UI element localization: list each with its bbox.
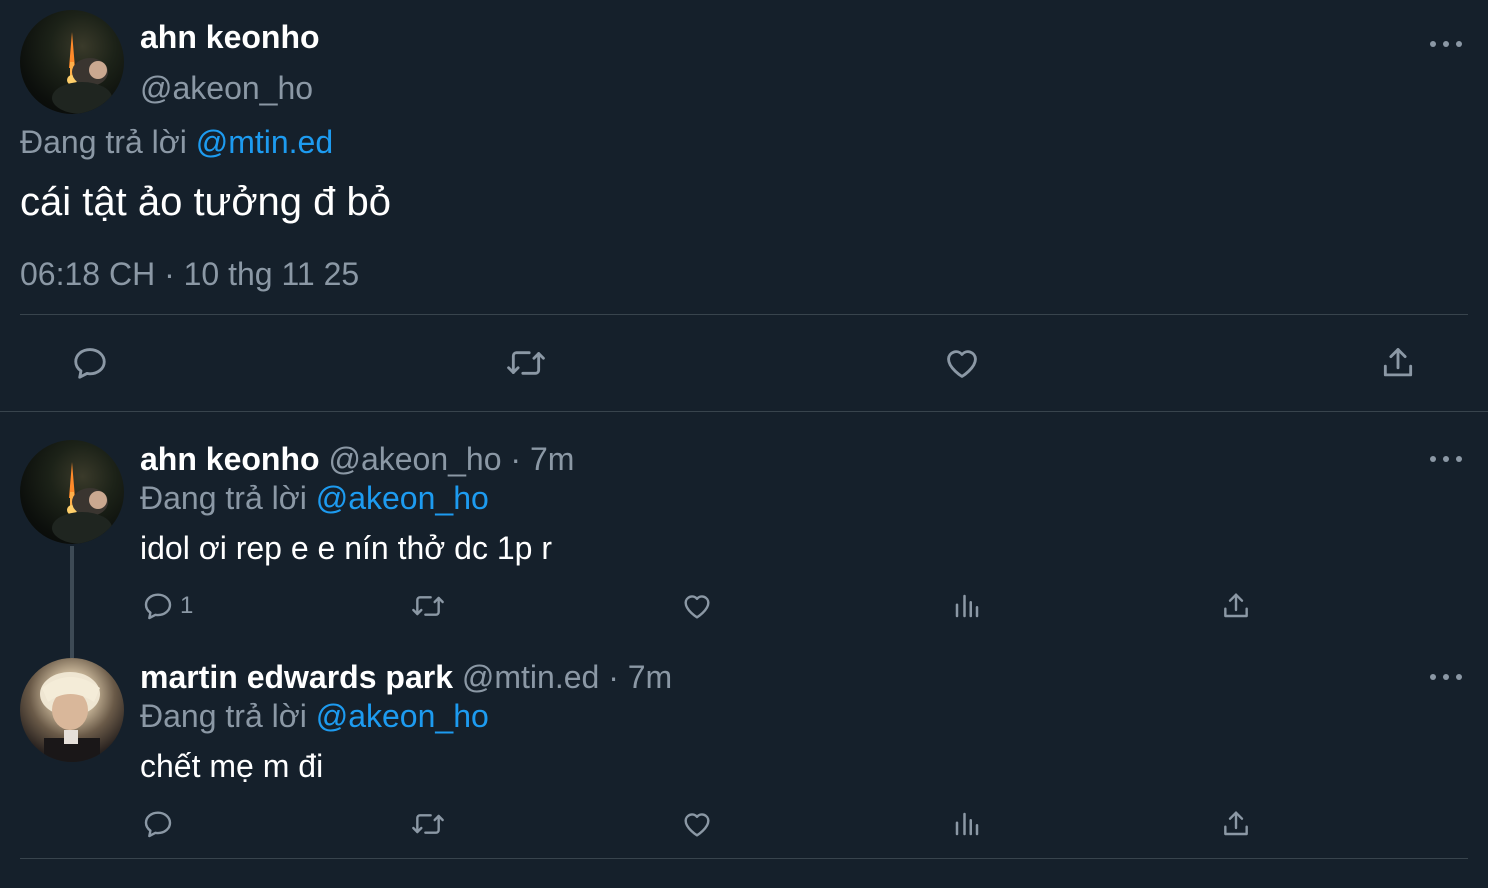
replying-to-link[interactable]: @mtin.ed [196, 124, 333, 160]
main-more-button[interactable] [1430, 38, 1462, 50]
main-tweet-text: cái tật ảo tưởng đ bỏ [20, 180, 392, 224]
bar-chart-icon [955, 594, 979, 618]
heart-icon [684, 595, 710, 619]
main-retweet-button[interactable] [505, 344, 547, 382]
main-timestamp[interactable]: 06:18 CH · 10 thg 11 25 [20, 256, 359, 293]
replying-to-link[interactable]: @akeon_ho [316, 480, 489, 516]
thread-connector-line [70, 546, 74, 658]
reply2-retweet-button[interactable] [410, 808, 446, 840]
main-share-button[interactable] [1378, 344, 1418, 382]
reply1-text: idol ơi rep e e nín thở dc 1p r [140, 530, 552, 566]
reply2-handle[interactable]: @mtin.ed [462, 659, 599, 695]
replying-prefix: Đang trả lời [140, 480, 307, 516]
share-upload-icon [1383, 348, 1413, 377]
replying-prefix: Đang trả lời [140, 698, 307, 734]
reply2-share-button[interactable] [1220, 808, 1252, 840]
main-author-name[interactable]: ahn keonho [140, 19, 320, 56]
reply2-reply-button[interactable] [142, 808, 180, 840]
retweet-arrows-icon [507, 351, 545, 375]
reply1-avatar[interactable] [20, 440, 124, 544]
reply1-handle[interactable]: @akeon_ho [328, 441, 501, 477]
heart-icon [684, 813, 710, 837]
bar-chart-icon [955, 812, 979, 836]
heart-icon [947, 350, 977, 378]
reply1-reply-button[interactable]: 1 [142, 590, 193, 622]
reply2-time[interactable]: · 7m [608, 659, 672, 695]
reply1-retweet-button[interactable] [410, 590, 446, 622]
reply1-reply-count: 1 [180, 592, 194, 619]
share-upload-icon [1224, 593, 1248, 618]
replying-to-link[interactable]: @akeon_ho [316, 698, 489, 734]
reply1-time[interactable]: · 7m [510, 441, 574, 477]
share-upload-icon [1224, 811, 1248, 836]
main-author-handle[interactable]: @akeon_ho [140, 70, 313, 107]
section-divider [0, 411, 1488, 412]
retweet-arrows-icon [412, 814, 444, 834]
main-divider [20, 314, 1468, 315]
replying-prefix: Đang trả lời [20, 124, 187, 160]
reply1-views-button[interactable] [952, 590, 982, 622]
bottom-divider [20, 858, 1468, 859]
speech-bubble-icon [144, 811, 172, 838]
reply2-replying-line: Đang trả lời @akeon_ho [140, 698, 489, 735]
reply2-text: chết mẹ m đi [140, 748, 324, 784]
ellipsis-icon [1430, 456, 1436, 462]
main-like-button[interactable] [942, 344, 982, 382]
main-author-avatar[interactable] [20, 10, 124, 114]
reply1-header: ahn keonho @akeon_ho · 7m [140, 441, 574, 478]
speech-bubble-icon [144, 593, 172, 620]
ellipsis-icon [1430, 41, 1436, 47]
speech-bubble-icon [74, 348, 106, 379]
ellipsis-icon [1430, 674, 1436, 680]
reply2-header: martin edwards park @mtin.ed · 7m [140, 659, 672, 696]
retweet-arrows-icon [412, 596, 444, 616]
reply1-more-button[interactable] [1430, 453, 1462, 465]
reply2-avatar[interactable] [20, 658, 124, 762]
main-replying-line: Đang trả lời @mtin.ed [20, 124, 333, 161]
reply2-more-button[interactable] [1430, 671, 1462, 683]
main-reply-button[interactable] [71, 344, 109, 382]
reply1-like-button[interactable] [680, 590, 714, 622]
reply2-author-name[interactable]: martin edwards park [140, 659, 453, 695]
reply1-replying-line: Đang trả lời @akeon_ho [140, 480, 489, 517]
reply1-author-name[interactable]: ahn keonho [140, 441, 320, 477]
reply2-like-button[interactable] [680, 808, 714, 840]
tweet-thread-page: ahn keonho @akeon_ho Đang trả lời @mtin.… [0, 0, 1488, 888]
reply1-share-button[interactable] [1220, 590, 1252, 622]
reply2-views-button[interactable] [952, 808, 982, 840]
